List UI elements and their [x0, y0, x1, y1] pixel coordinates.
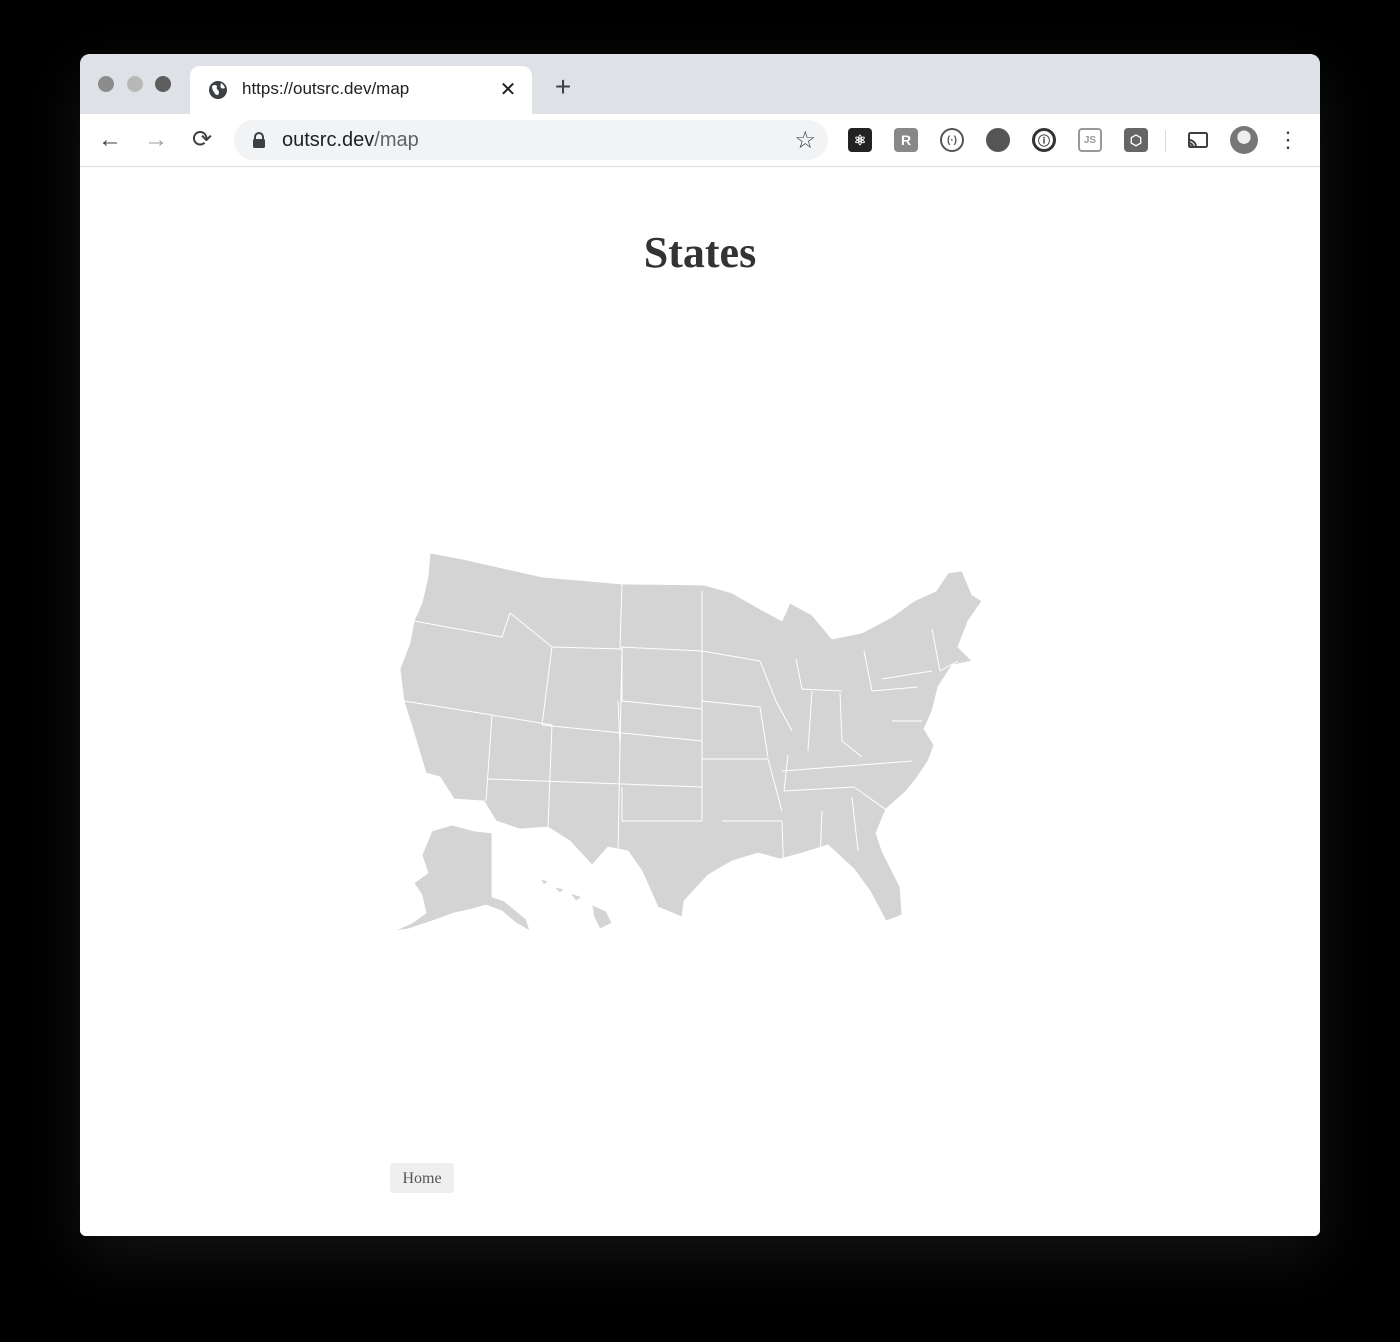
globe-icon: [209, 81, 227, 99]
code-extension-icon[interactable]: (·): [940, 128, 964, 152]
react-devtools-icon[interactable]: ⚛: [848, 128, 872, 152]
nodejs-icon[interactable]: JS: [1078, 128, 1102, 152]
toolbar-divider: [1165, 130, 1166, 152]
back-button[interactable]: ←: [96, 126, 124, 154]
lock-icon: [253, 132, 265, 148]
box-extension-icon[interactable]: ⬡: [1124, 128, 1148, 152]
window-close-button[interactable]: [98, 76, 114, 92]
page-content: States Home: [80, 167, 1320, 1236]
browser-window: https://outsrc.dev/map ✕ + ← → ⟳ outsrc.…: [80, 54, 1320, 1236]
bookmark-star-icon[interactable]: ☆: [794, 126, 816, 155]
onepassword-icon[interactable]: ⓘ: [1032, 128, 1056, 152]
hawaii-shape: [539, 878, 613, 930]
tab-close-icon[interactable]: ✕: [498, 80, 518, 100]
window-maximize-button[interactable]: [155, 76, 171, 92]
alaska-shape: [393, 824, 531, 932]
forward-button[interactable]: →: [142, 126, 170, 154]
home-button[interactable]: Home: [390, 1163, 454, 1193]
ghost-extension-icon[interactable]: [986, 128, 1010, 152]
browser-tab[interactable]: https://outsrc.dev/map ✕: [190, 66, 532, 114]
page-title: States: [643, 228, 757, 277]
browser-menu-icon[interactable]: ⋮: [1276, 126, 1300, 154]
reload-button[interactable]: ⟳: [188, 126, 216, 154]
profile-avatar[interactable]: [1230, 126, 1258, 154]
browser-toolbar: ← → ⟳ outsrc.dev/map ☆ ⚛ R (·) ⓘ JS ⬡ ⋮: [80, 114, 1320, 167]
tab-title: https://outsrc.dev/map: [242, 79, 410, 98]
r-extension-icon[interactable]: R: [894, 128, 918, 152]
tab-strip: https://outsrc.dev/map ✕ +: [80, 54, 1320, 114]
address-bar[interactable]: outsrc.dev/map ☆: [234, 120, 828, 160]
cast-icon[interactable]: [1186, 128, 1210, 152]
window-minimize-button[interactable]: [127, 76, 143, 92]
new-tab-button[interactable]: +: [550, 73, 576, 101]
us-states-map[interactable]: [392, 551, 992, 933]
url-text[interactable]: outsrc.dev/map: [282, 129, 419, 152]
url-host: outsrc.dev: [282, 129, 375, 151]
url-path: /map: [374, 129, 419, 151]
